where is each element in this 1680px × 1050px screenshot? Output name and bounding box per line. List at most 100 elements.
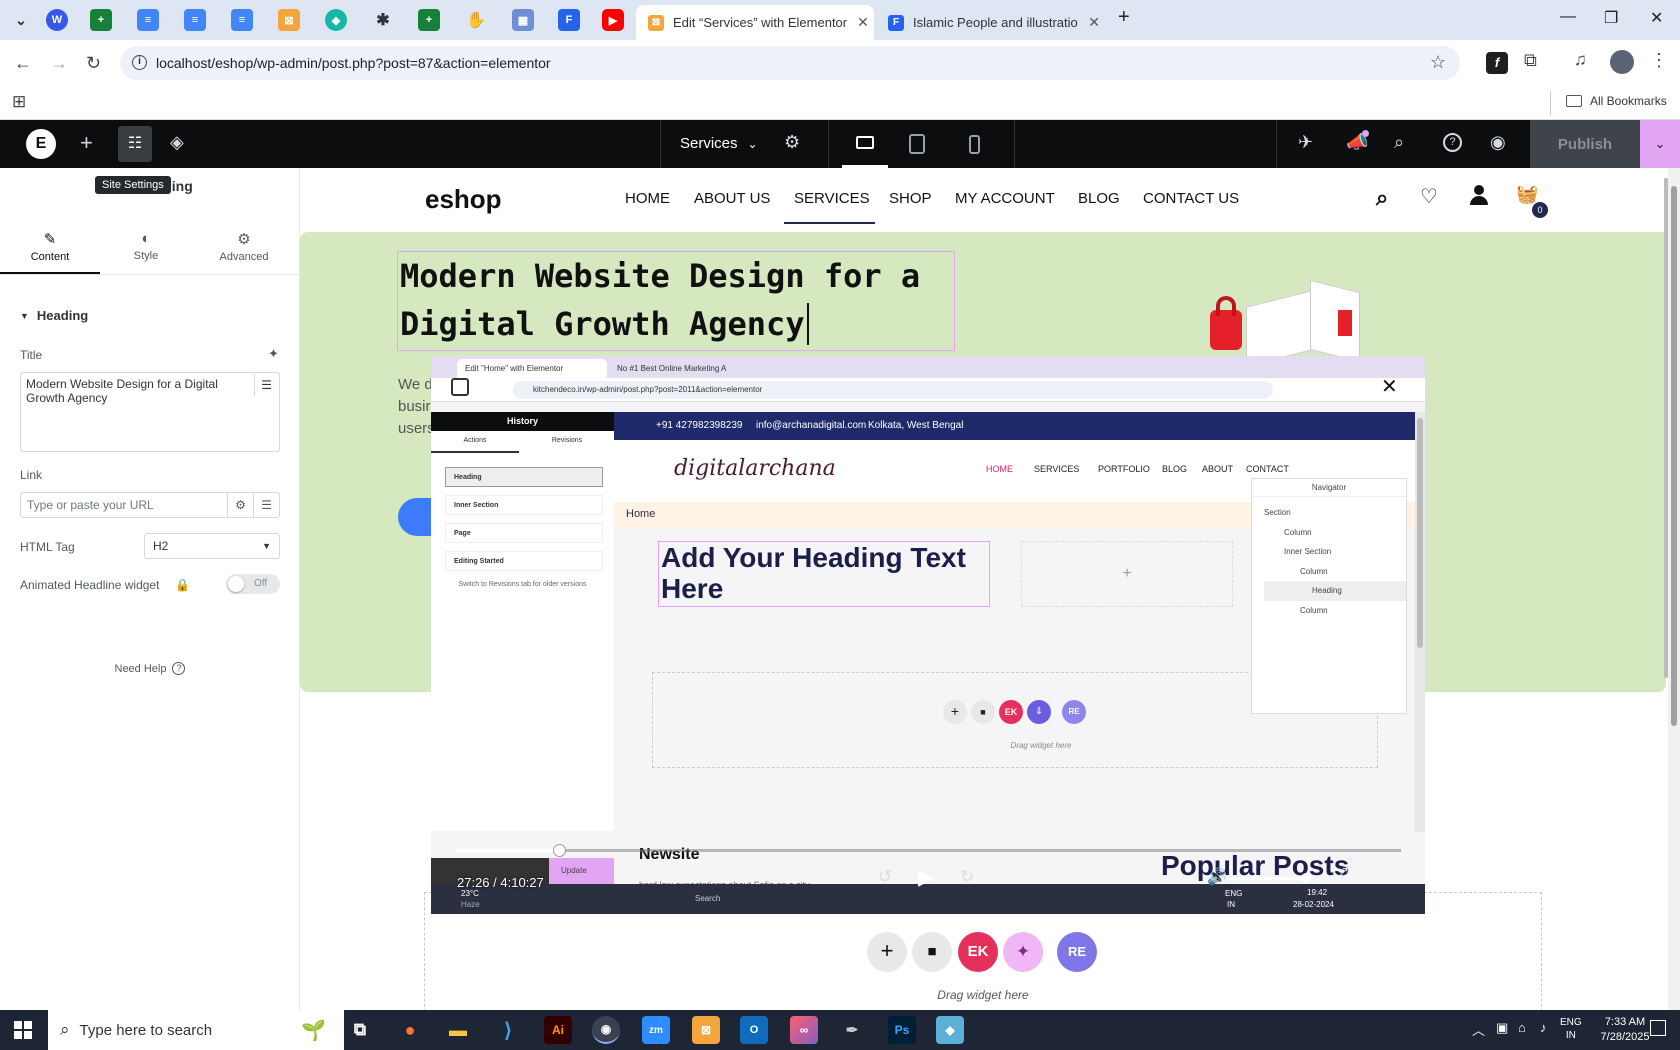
link-dynamic-tags-icon[interactable]: ☰: [253, 493, 279, 517]
page-scrollbar-thumb[interactable]: [1671, 186, 1677, 726]
nav-services[interactable]: SERVICES: [794, 190, 870, 207]
pinned-tab-docs-icon[interactable]: ≡: [231, 9, 253, 31]
royal-elements-icon[interactable]: RE: [1057, 932, 1097, 972]
ai-sparkle-icon[interactable]: ✦: [268, 346, 279, 362]
page-scrollbar-track[interactable]: [1668, 168, 1680, 1010]
essential-kit-icon[interactable]: EK: [958, 932, 998, 972]
forward-arrow-icon[interactable]: →: [50, 53, 68, 74]
tab-close-icon[interactable]: ✕: [1078, 14, 1100, 31]
publish-button[interactable]: Publish: [1530, 120, 1640, 168]
link-options-gear-icon[interactable]: ⚙: [227, 493, 253, 517]
tab-content[interactable]: ✎ Content: [0, 228, 100, 275]
section-heading-toggle[interactable]: ▼ Heading: [20, 308, 88, 323]
restore-icon[interactable]: ❐: [1604, 8, 1618, 28]
video-progress-knob[interactable]: [553, 844, 567, 857]
photoshop-icon[interactable]: Ps: [888, 1016, 916, 1044]
bookmark-star-icon[interactable]: ☆: [1430, 52, 1446, 73]
pinned-tab-wordpress-icon[interactable]: W: [46, 9, 68, 31]
tray-network-icon[interactable]: ⌂: [1518, 1020, 1526, 1035]
profile-avatar[interactable]: [1610, 50, 1634, 74]
site-settings-icon[interactable]: ☷: [118, 126, 152, 162]
tab-close-icon[interactable]: ✕: [847, 14, 869, 31]
preview-eye-icon[interactable]: ◉: [1490, 132, 1506, 153]
all-bookmarks-button[interactable]: All Bookmarks: [1566, 94, 1667, 108]
structure-layers-icon[interactable]: ◈: [170, 132, 184, 153]
nav-home[interactable]: HOME: [625, 190, 670, 207]
title-textarea[interactable]: Modern Website Design for a Digital Grow…: [20, 372, 280, 452]
extension-fonts-icon[interactable]: f: [1486, 52, 1508, 74]
tab-style[interactable]: ◐ Style: [96, 228, 196, 262]
video-progress-track[interactable]: [455, 844, 1401, 857]
html-tag-select[interactable]: H2 ▼: [144, 533, 280, 559]
pinned-tab-hand-icon[interactable]: ✋: [465, 9, 487, 31]
firefox-icon[interactable]: ●: [396, 1016, 424, 1044]
notifications-icon[interactable]: [1650, 1020, 1666, 1036]
elementor-logo-icon[interactable]: E: [26, 129, 56, 159]
tray-chevron-up-icon[interactable]: ︿: [1472, 1020, 1485, 1039]
device-mobile-icon[interactable]: [969, 135, 980, 154]
pinned-tab-sheets-icon[interactable]: +: [418, 9, 440, 31]
creative-cloud-icon[interactable]: ∞: [790, 1016, 818, 1044]
video-play-icon[interactable]: ▶: [918, 864, 935, 890]
vscode-icon[interactable]: ⟩: [494, 1016, 522, 1044]
taskbar-search-box[interactable]: ⌕ Type here to search 🌱: [48, 1010, 344, 1050]
video-forward-10-icon[interactable]: ↻: [960, 867, 974, 887]
back-arrow-icon[interactable]: ←: [14, 53, 32, 74]
video-player-overlay[interactable]: Edit "Home" with Elementor No #1 Best On…: [431, 356, 1425, 914]
video-rewind-10-icon[interactable]: ↺: [878, 867, 892, 887]
page-settings-gear-icon[interactable]: ⚙: [784, 132, 800, 153]
nav-my-account[interactable]: MY ACCOUNT: [955, 190, 1055, 207]
pinned-tab-youtube-icon[interactable]: ▶: [602, 9, 624, 31]
url-text[interactable]: localhost/eshop/wp-admin/post.php?post=8…: [156, 55, 551, 71]
animated-headline-toggle[interactable]: Off: [226, 574, 280, 594]
illustrator-icon[interactable]: Ai: [544, 1016, 572, 1044]
ai-sparkle-button-icon[interactable]: ✦: [1003, 932, 1043, 972]
site-info-icon[interactable]: i: [132, 55, 147, 70]
page-selector[interactable]: Services ⌄: [680, 135, 758, 152]
link-input[interactable]: Type or paste your URL ⚙ ☰: [20, 492, 280, 518]
publish-options-chevron-icon[interactable]: ⌄: [1640, 120, 1680, 168]
pinned-tab-sheets-icon[interactable]: +: [90, 9, 112, 31]
volume-knob[interactable]: [1301, 873, 1311, 883]
file-explorer-icon[interactable]: ▬: [444, 1016, 472, 1044]
pinned-tab-app-icon[interactable]: ◆: [325, 9, 347, 31]
tab-edit-services[interactable]: ⊠ Edit “Services” with Elementor ✕: [636, 5, 874, 40]
picture-in-picture-back-icon[interactable]: [451, 378, 469, 396]
header-search-icon[interactable]: ⌕: [1376, 185, 1388, 211]
pinned-tab-grid-icon[interactable]: ▦: [512, 9, 534, 31]
account-user-icon[interactable]: [1470, 185, 1488, 205]
nav-shop[interactable]: SHOP: [889, 190, 932, 207]
minimize-icon[interactable]: —: [1560, 8, 1576, 26]
heading-widget-outline[interactable]: Modern Website Design for a Digital Grow…: [397, 251, 955, 351]
tab-islamic-people[interactable]: F Islamic People and illustration v ✕: [876, 5, 1112, 40]
pinned-tab-xampp-icon[interactable]: ⊠: [278, 9, 300, 31]
tray-volume-icon[interactable]: ♪: [1540, 1020, 1547, 1035]
tray-icon[interactable]: ▣: [1496, 1020, 1508, 1036]
pen-tool-icon[interactable]: ✒: [838, 1016, 866, 1044]
wishlist-heart-icon[interactable]: ♡: [1420, 184, 1438, 209]
launchpad-rocket-icon[interactable]: ✈: [1298, 132, 1313, 153]
device-desktop-button[interactable]: [842, 120, 888, 168]
xampp-icon[interactable]: ⊠: [692, 1016, 720, 1044]
video-volume-icon[interactable]: 🔊: [1207, 867, 1227, 887]
apps-grid-icon[interactable]: ⊞: [12, 92, 26, 112]
video-close-icon[interactable]: ✕: [1381, 374, 1398, 399]
video-volume-slider[interactable]: [1231, 873, 1311, 883]
add-section-plus-icon[interactable]: +: [867, 932, 907, 972]
template-library-folder-icon[interactable]: ■: [912, 932, 952, 972]
nav-contact-us[interactable]: CONTACT US: [1143, 190, 1239, 207]
cart-basket-icon[interactable]: 🧺: [1516, 184, 1538, 205]
tab-advanced[interactable]: ⚙ Advanced: [194, 228, 294, 263]
chrome-icon[interactable]: ◉: [592, 1016, 620, 1044]
outlook-icon[interactable]: O: [740, 1016, 768, 1044]
add-element-icon[interactable]: +: [80, 130, 93, 156]
nav-blog[interactable]: BLOG: [1078, 190, 1120, 207]
pinned-tab-docs-icon[interactable]: ≡: [184, 9, 206, 31]
new-tab-icon[interactable]: +: [1118, 6, 1130, 29]
finder-search-icon[interactable]: ⌕: [1394, 132, 1404, 153]
address-bar[interactable]: i localhost/eshop/wp-admin/post.php?post…: [120, 46, 1460, 80]
task-view-icon[interactable]: ⧉: [346, 1016, 374, 1044]
media-control-icon[interactable]: ♫: [1574, 50, 1587, 70]
nav-about-us[interactable]: ABOUT US: [694, 190, 770, 207]
app-diamond-icon[interactable]: ◆: [936, 1016, 964, 1044]
